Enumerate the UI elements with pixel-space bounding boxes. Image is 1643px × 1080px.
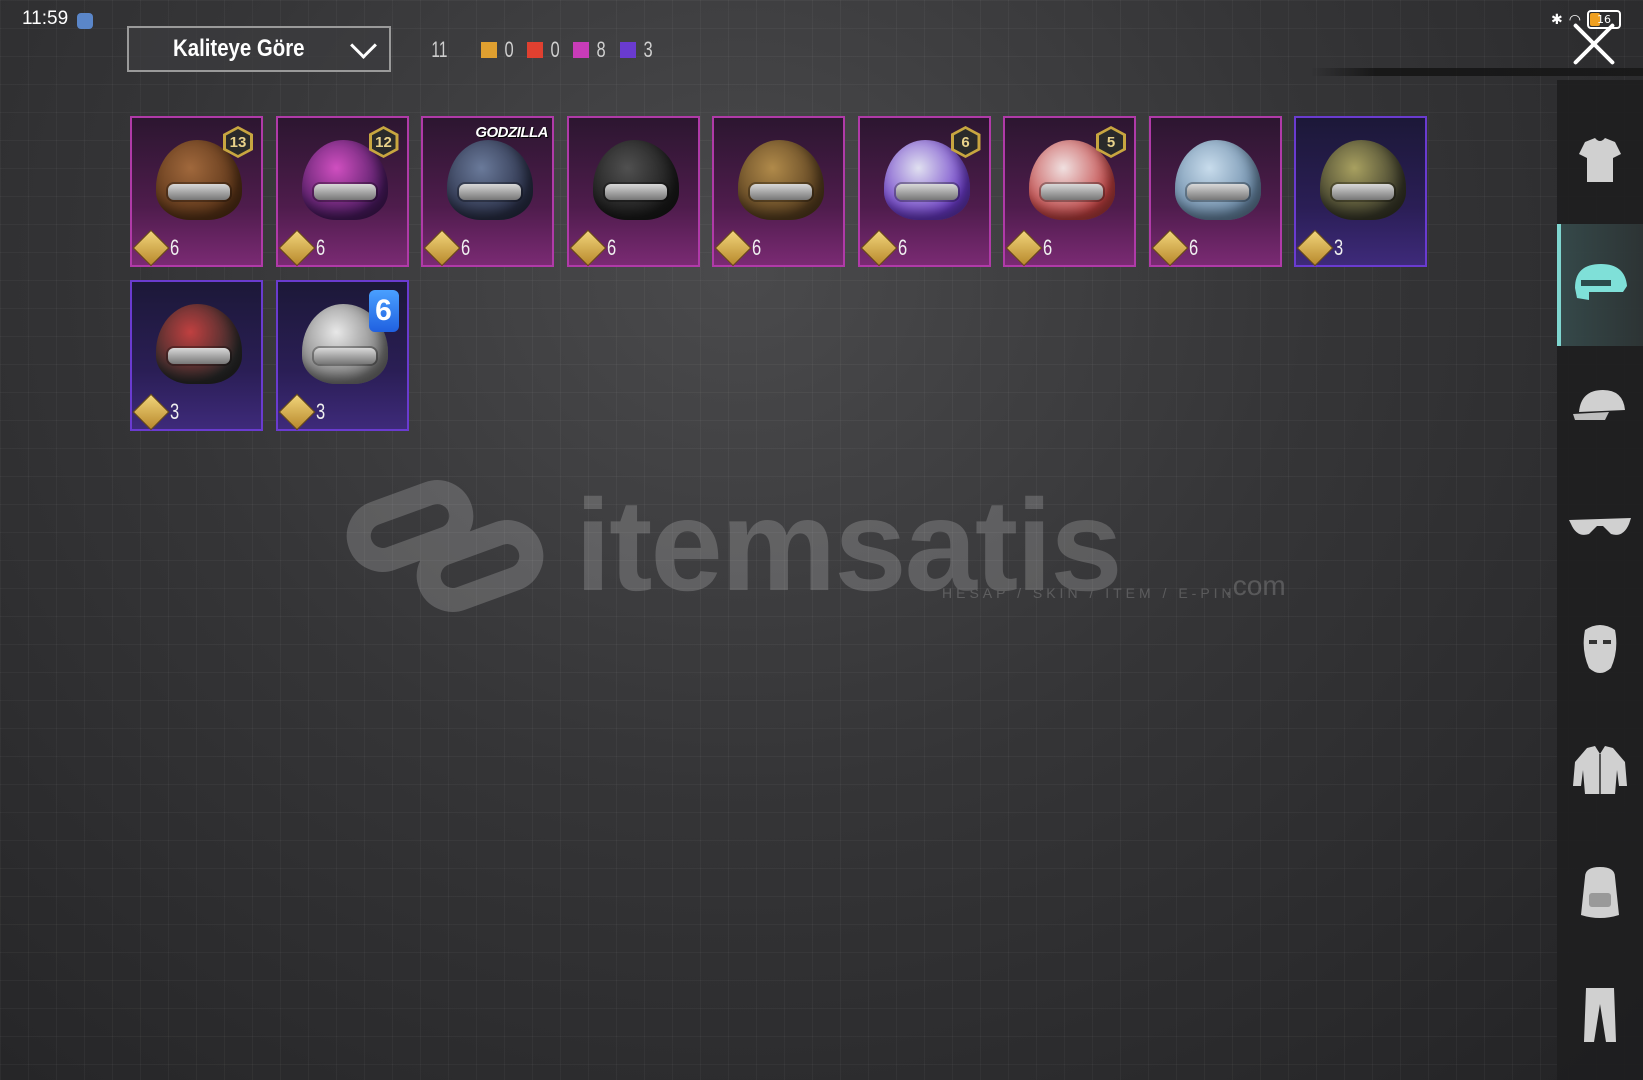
coin-icon [1151, 229, 1188, 267]
ice-helmet-icon [1174, 140, 1261, 220]
rarity-count-mythic: 0 [527, 37, 561, 63]
red-black-helmet-icon [156, 304, 242, 384]
epic-count: 8 [596, 37, 607, 62]
rare-count: 3 [643, 37, 653, 62]
brand-tag: GODZILLA [475, 124, 548, 141]
visor [313, 348, 376, 364]
outfit-icon [1571, 132, 1629, 194]
sort-label: Kaliteye Göre [173, 35, 305, 62]
coin-icon [1296, 229, 1334, 267]
rarity-count-rare: 3 [619, 37, 654, 63]
mythic-swatch [527, 42, 544, 58]
backpack-icon [1575, 863, 1625, 927]
item-count: 3 [315, 399, 325, 424]
item-count: 6 [606, 235, 616, 260]
item-count: 6 [897, 235, 907, 260]
header-stroke [1310, 68, 1643, 76]
chevron-down-icon [350, 31, 377, 59]
sidebar-item-glasses[interactable] [1557, 468, 1643, 590]
helmet-icon [1569, 258, 1631, 312]
level-value: 12 [371, 129, 396, 155]
mythic-count: 0 [550, 37, 560, 62]
coin-icon [132, 393, 170, 431]
watermark-logo-icon [345, 480, 545, 610]
item-count: 6 [170, 235, 180, 260]
rarity-counts: 11 0 0 8 3 [428, 37, 666, 63]
visor [1186, 184, 1249, 200]
legendary-swatch [480, 42, 497, 58]
watermark-com: .com [1225, 570, 1286, 601]
sidebar-item-mask[interactable] [1557, 590, 1643, 712]
category-sidebar [1557, 80, 1643, 1080]
close-icon[interactable] [1570, 20, 1618, 68]
inventory-item[interactable]: 6 [566, 116, 700, 267]
inventory-item[interactable]: 56 [1003, 116, 1136, 267]
sort-dropdown[interactable]: Kaliteye Göre [127, 26, 391, 72]
level-badge-blue: 6 [368, 290, 399, 332]
visor [750, 184, 812, 200]
item-count: 6 [1043, 235, 1053, 260]
rarity-count-legendary: 0 [480, 37, 515, 63]
total-count: 11 [431, 37, 448, 62]
epic-swatch [573, 42, 590, 58]
knit-helmet-icon [738, 140, 824, 220]
coin-icon [569, 229, 606, 267]
bluetooth-icon: ✱ [1551, 11, 1563, 28]
level-value: 5 [1099, 129, 1123, 155]
sidebar-item-pants[interactable] [1557, 956, 1643, 1078]
inventory-item[interactable]: 63 [275, 280, 409, 431]
visor [459, 184, 521, 200]
godzilla-helmet-icon [447, 140, 533, 220]
sidebar-item-jacket[interactable] [1557, 712, 1643, 834]
level-value: 13 [226, 129, 250, 155]
mask-icon [1577, 620, 1623, 682]
coin-icon [132, 229, 170, 267]
sidebar-item-cap[interactable] [1557, 346, 1643, 468]
visor [604, 184, 667, 200]
legendary-count: 0 [504, 37, 514, 62]
inventory-item[interactable]: GODZILLA 6 [421, 116, 554, 267]
cap-icon [1569, 382, 1631, 432]
status-time: 11:59 [22, 8, 69, 29]
sidebar-item-backpack[interactable] [1557, 834, 1643, 956]
item-count: 6 [461, 235, 471, 260]
bird-helmet-icon [592, 140, 679, 220]
rare-swatch [619, 42, 636, 58]
watermark-sub: HESAP / SKIN / ITEM / E-PIN [942, 585, 1236, 601]
inventory-item[interactable]: 3 [1294, 116, 1427, 267]
inventory-item[interactable]: 3 [130, 280, 263, 431]
visor [168, 184, 230, 200]
inventory-item[interactable]: 6 [1148, 116, 1282, 267]
coin-icon [423, 229, 461, 267]
coin-icon [714, 229, 752, 267]
inventory-item[interactable]: 12 6 [275, 116, 409, 267]
jacket-icon [1569, 742, 1631, 804]
visor [1332, 184, 1394, 200]
item-count: 6 [315, 235, 325, 260]
inventory-item[interactable]: 6 [712, 116, 845, 267]
inventory-item[interactable]: 66 [857, 116, 991, 267]
visor [313, 184, 376, 200]
item-count: 6 [1188, 235, 1198, 260]
inventory-item[interactable]: 13 6 [130, 116, 263, 267]
item-count: 6 [752, 235, 762, 260]
sidebar-item-outfit[interactable] [1557, 102, 1643, 224]
visor [1041, 184, 1103, 200]
sidebar-item-helmet[interactable] [1557, 224, 1643, 346]
item-count: 3 [1334, 235, 1344, 260]
app-icon [77, 13, 93, 29]
coin-icon [278, 229, 315, 267]
glasses-icon [1567, 512, 1633, 546]
visor [168, 348, 230, 364]
coin-icon [1005, 229, 1043, 267]
visor [895, 184, 958, 200]
level-value: 6 [953, 129, 978, 155]
item-count: 3 [170, 399, 180, 424]
rarity-count-epic: 8 [573, 37, 607, 63]
spiked-helmet-icon [1320, 140, 1406, 220]
coin-icon [860, 229, 897, 267]
watermark: itemsatis HESAP / SKIN / ITEM / E-PIN .c… [345, 470, 1286, 620]
pants-icon [1580, 984, 1620, 1050]
coin-icon [278, 393, 315, 431]
